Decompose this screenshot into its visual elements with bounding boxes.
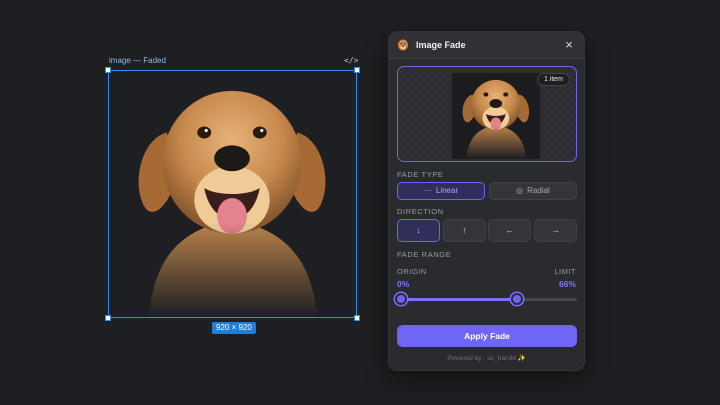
direction-label: DIRECTION [397,207,444,216]
dog-image [138,90,326,317]
direction-right-button[interactable]: → [534,219,577,242]
resize-handle-bottom-left[interactable] [105,315,111,321]
powered-by-label: Powered by · ux_harold [447,355,516,362]
limit-slider-thumb[interactable] [511,293,524,305]
fade-range-label: FADE RANGE [397,250,452,259]
fade-range-track[interactable] [401,298,577,301]
arrow-down-icon: ↓ [416,225,421,235]
origin-value: 0% [397,279,410,289]
code-icon[interactable]: </> [344,55,358,66]
preview-area[interactable]: 1 item [397,66,577,162]
sparkle-icon: ✨ [517,355,526,362]
direction-up-button[interactable]: ↑ [443,219,486,242]
dog-avatar-icon [396,38,410,52]
frame-label: image — Faded [109,56,166,65]
arrow-left-icon: ← [505,225,514,235]
fade-type-radial-button[interactable]: ◎ Radial [489,182,577,200]
size-badge: 920 × 920 [212,322,256,334]
limit-label: LIMIT [554,267,576,276]
fade-type-label: FADE TYPE [397,170,444,179]
image-fade-panel: Image Fade × 1 item FADE TYPE ⋯ Linear ◎… [388,31,585,371]
preview-dog-image [452,73,540,159]
fade-range-fill [401,298,518,301]
arrow-right-icon: → [551,225,560,235]
selected-image-frame[interactable] [105,67,360,321]
direction-down-button[interactable]: ↓ [397,219,440,242]
linear-label: Linear [435,186,459,195]
radial-icon: ◎ [516,186,524,195]
resize-handle-bottom-right[interactable] [354,315,360,321]
item-count-badge: 1 item [536,73,570,86]
apply-fade-button[interactable]: Apply Fade [397,325,577,347]
resize-handle-top-right[interactable] [354,67,360,73]
arrow-up-icon: ↑ [462,225,467,235]
panel-header: Image Fade × [389,32,584,59]
powered-by-text: Powered by · ux_harold ✨ [389,354,584,362]
close-icon[interactable]: × [562,38,576,52]
linear-icon: ⋯ [423,186,432,195]
direction-left-button[interactable]: ← [488,219,531,242]
resize-handle-top-left[interactable] [105,67,111,73]
panel-title: Image Fade [416,40,466,50]
origin-label: ORIGIN [397,267,427,276]
origin-slider-thumb[interactable] [395,293,407,305]
fade-type-linear-button[interactable]: ⋯ Linear [397,182,485,200]
limit-value: 66% [558,279,576,289]
radial-label: Radial [527,186,550,195]
